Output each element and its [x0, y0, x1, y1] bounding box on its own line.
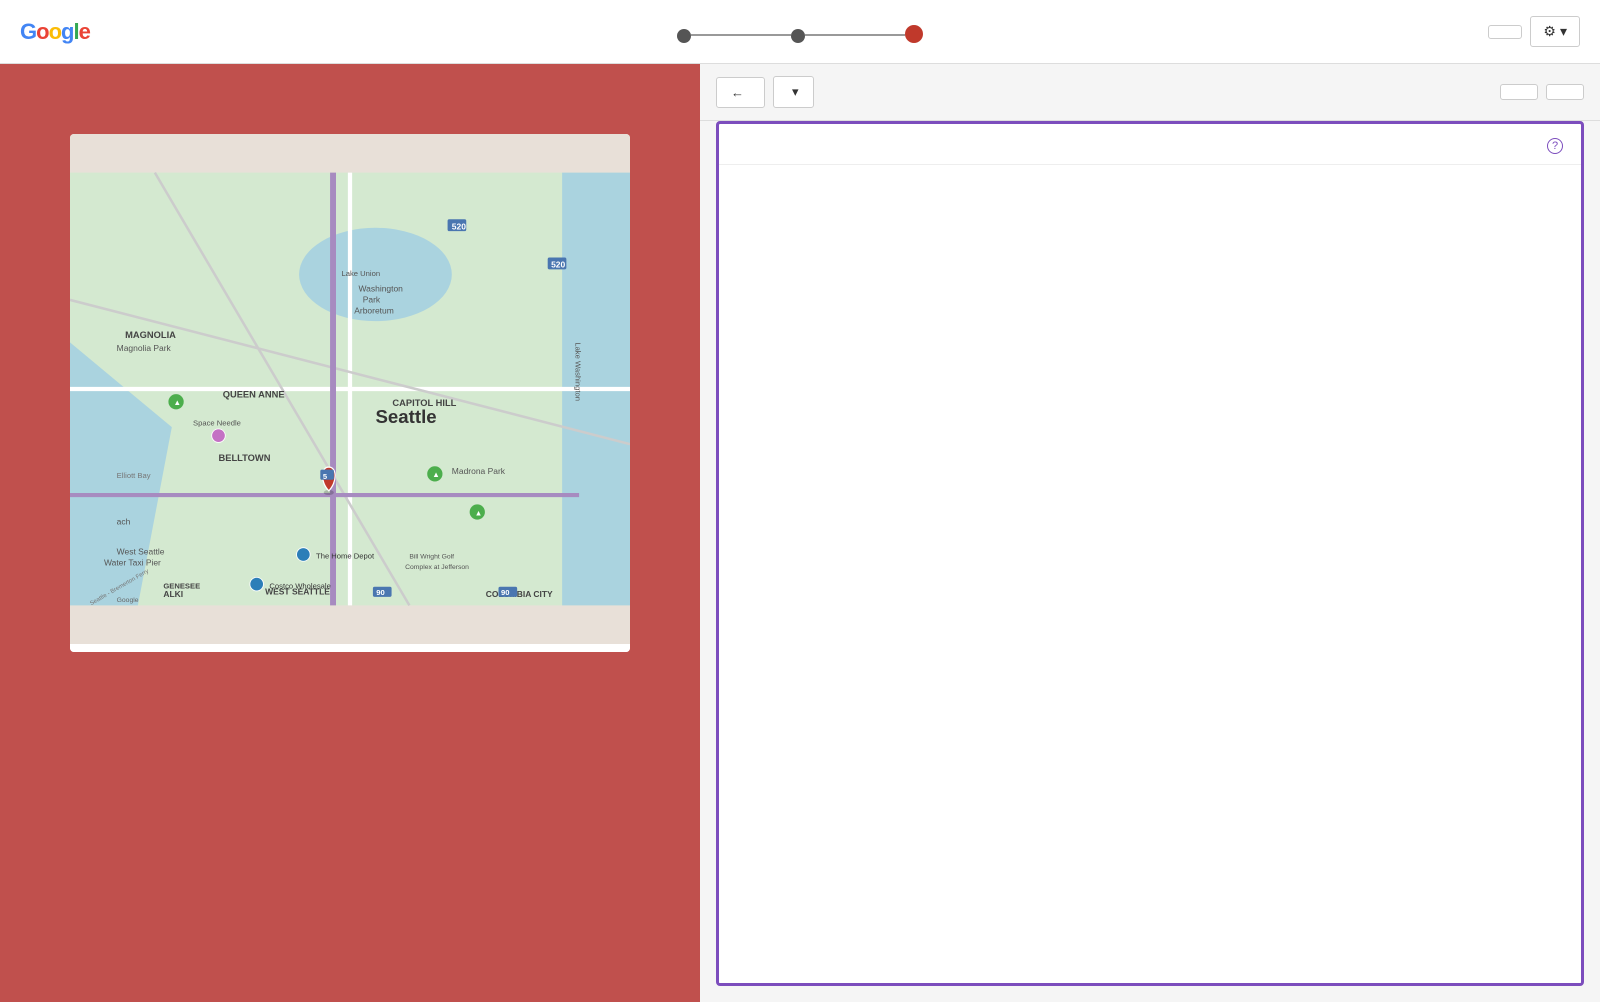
left-panel: MAGNOLIA Magnolia Park QUEEN ANNE BELLTO… — [0, 64, 700, 1002]
download-button[interactable] — [1500, 84, 1538, 100]
code-area[interactable] — [719, 165, 1581, 983]
svg-text:Elliott Bay: Elliott Bay — [117, 471, 151, 480]
code-panel-header: ? — [719, 124, 1581, 165]
header: Google ⚙ ▾ — [0, 0, 1600, 64]
svg-text:MAGNOLIA: MAGNOLIA — [125, 330, 176, 340]
settings-button[interactable]: ⚙ ▾ — [1530, 16, 1580, 47]
svg-text:QUEEN ANNE: QUEEN ANNE — [223, 389, 285, 399]
svg-text:▲: ▲ — [174, 398, 182, 407]
header-actions: ⚙ ▾ — [1488, 16, 1580, 47]
svg-text:The Home Depot: The Home Depot — [316, 552, 375, 561]
svg-text:BELLTOWN: BELLTOWN — [218, 453, 270, 463]
svg-text:Water Taxi Pier: Water Taxi Pier — [104, 557, 161, 567]
svg-text:90: 90 — [501, 588, 509, 597]
svg-text:Costco Wholesale: Costco Wholesale — [269, 581, 330, 590]
gear-icon: ⚙ — [1543, 23, 1556, 40]
svg-text:ach: ach — [117, 517, 131, 527]
step-connector-1 — [691, 34, 791, 36]
step-tag-data — [791, 25, 805, 43]
step-enter-page — [677, 25, 691, 43]
arrow-left-icon: ← — [731, 85, 744, 100]
finish-button[interactable] — [1546, 84, 1584, 100]
svg-text:Magnolia Park: Magnolia Park — [117, 343, 172, 353]
svg-text:Lake Union: Lake Union — [342, 269, 381, 278]
left-content: MAGNOLIA Magnolia Park QUEEN ANNE BELLTO… — [0, 64, 700, 672]
step-connector-2 — [805, 34, 905, 36]
svg-text:CAPITOL HILL: CAPITOL HILL — [392, 398, 456, 408]
svg-text:▲: ▲ — [432, 470, 440, 479]
step-tag-data-dot — [791, 29, 805, 43]
svg-text:Arboretum: Arboretum — [354, 305, 394, 315]
step-enter-page-dot — [677, 29, 691, 43]
svg-text:Space Needle: Space Needle — [193, 418, 241, 427]
svg-text:90: 90 — [376, 588, 384, 597]
map-image: MAGNOLIA Magnolia Park QUEEN ANNE BELLTO… — [70, 134, 630, 644]
svg-text:520: 520 — [551, 260, 565, 270]
svg-text:Bill Wright Golf: Bill Wright Golf — [409, 554, 454, 561]
help-button[interactable] — [1488, 25, 1522, 39]
svg-text:Lake Washington: Lake Washington — [574, 342, 583, 401]
svg-text:Google: Google — [117, 597, 139, 604]
code-panel: ? — [716, 121, 1584, 986]
format-selector-button[interactable]: ▾ — [773, 76, 814, 108]
right-panel: ← ▾ ? — [700, 64, 1600, 1002]
back-to-tagging-button[interactable]: ← — [716, 77, 765, 108]
svg-text:Park: Park — [363, 294, 381, 304]
map-footer — [70, 644, 630, 652]
local-businesses-link[interactable]: ? — [1543, 138, 1563, 154]
help-circle-icon: ? — [1547, 138, 1563, 154]
svg-text:▲: ▲ — [475, 508, 483, 517]
step-view-html — [905, 21, 923, 43]
main-layout: MAGNOLIA Magnolia Park QUEEN ANNE BELLTO… — [0, 64, 1600, 1002]
svg-text:Complex at Jefferson: Complex at Jefferson — [405, 564, 469, 571]
steps-wrapper — [677, 21, 923, 43]
svg-text:Madrona Park: Madrona Park — [452, 466, 506, 476]
svg-text:520: 520 — [452, 221, 466, 231]
step-view-html-dot — [905, 25, 923, 43]
svg-text:5: 5 — [323, 472, 328, 481]
google-logo: Google — [20, 19, 90, 45]
map-container: MAGNOLIA Magnolia Park QUEEN ANNE BELLTO… — [70, 134, 630, 652]
logo-area: Google — [20, 19, 100, 45]
svg-text:West Seattle: West Seattle — [117, 546, 165, 556]
steps-area — [677, 21, 923, 43]
code-panel-title-row: ? — [737, 138, 1563, 154]
svg-text:COLUMBIA CITY: COLUMBIA CITY — [486, 589, 553, 599]
right-panel-inner: ? — [700, 121, 1600, 1002]
svg-text:GENESEE: GENESEE — [163, 581, 200, 590]
settings-dropdown-arrow: ▾ — [1560, 23, 1567, 40]
dropdown-arrow-icon: ▾ — [792, 84, 799, 100]
map-svg: MAGNOLIA Magnolia Park QUEEN ANNE BELLTO… — [70, 134, 630, 644]
right-toolbar: ← ▾ — [700, 64, 1600, 121]
svg-text:Seattle: Seattle — [375, 406, 436, 427]
svg-text:Washington: Washington — [358, 283, 403, 293]
